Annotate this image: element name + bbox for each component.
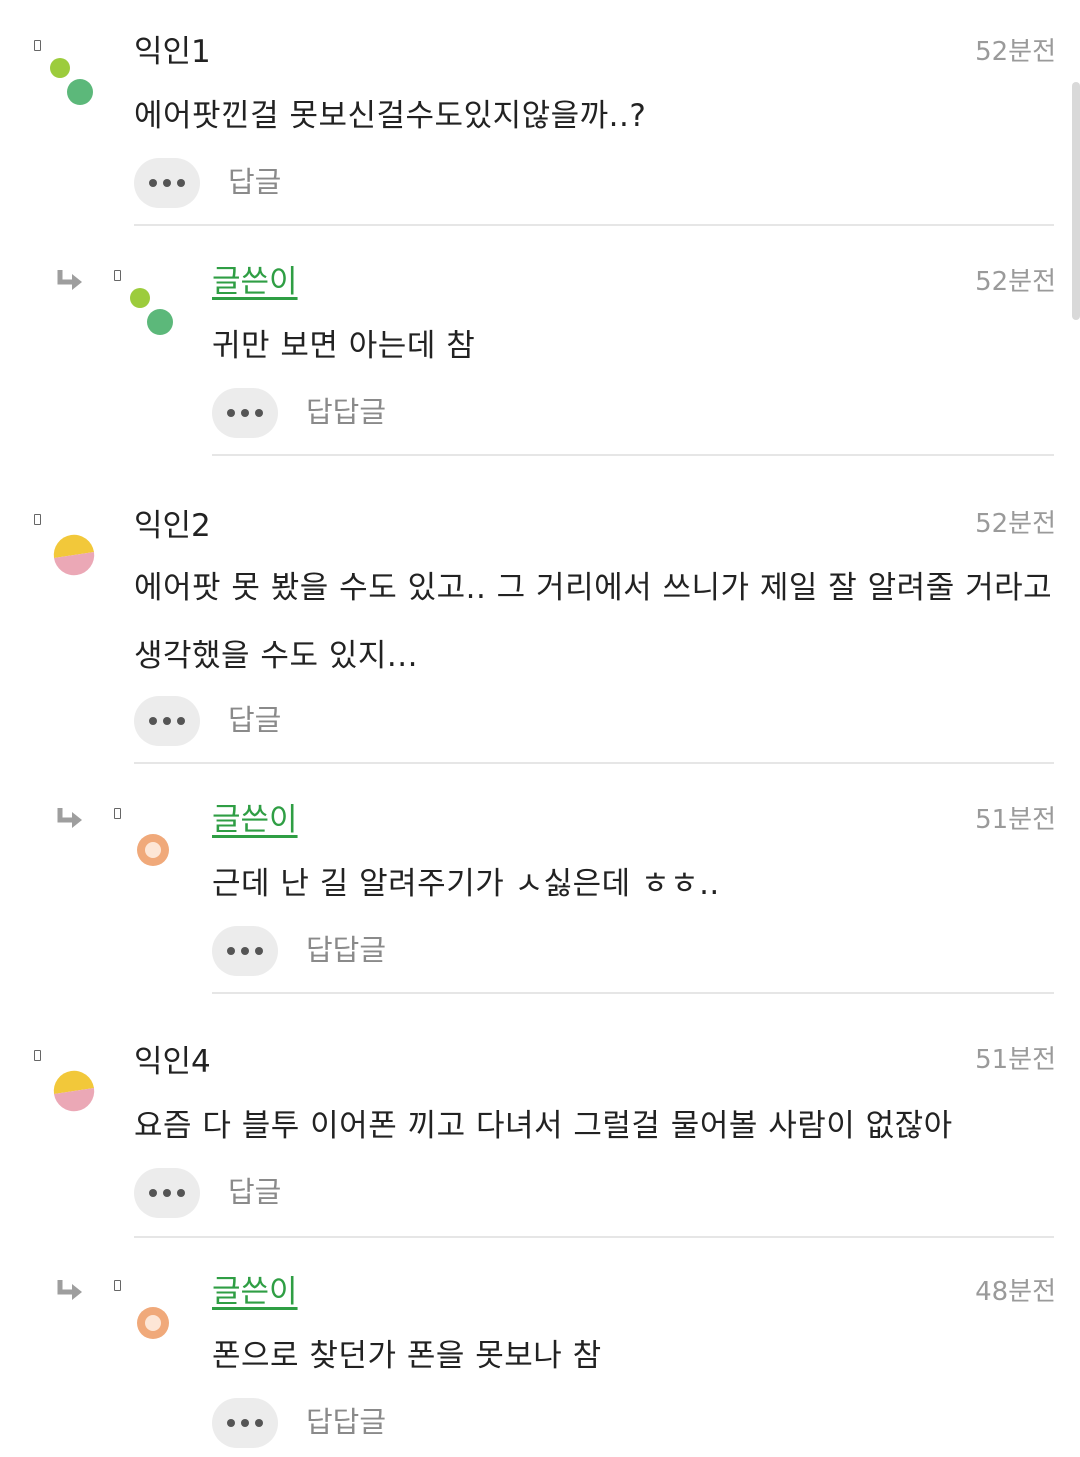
avatar-orange-ring xyxy=(137,1307,169,1339)
more-dots-icon xyxy=(149,1189,185,1197)
avatar-orange-ring xyxy=(137,834,169,866)
comment-text: 근데 난 길 알려주기가 ㅅ싫은데 ㅎㅎ.. xyxy=(212,866,720,902)
reply-button[interactable]: 답글 xyxy=(228,702,281,738)
comment-time: 52분전 xyxy=(975,267,1056,297)
comment-time: 51분전 xyxy=(975,805,1056,835)
more-options-button[interactable] xyxy=(134,696,200,746)
avatar-green-dots xyxy=(130,288,173,335)
marker-icon xyxy=(114,808,121,819)
comment-text: 폰으로 찾던가 폰을 못보나 참 xyxy=(212,1338,602,1374)
more-dots-icon xyxy=(227,409,263,417)
marker-icon xyxy=(34,514,41,525)
marker-icon xyxy=(34,40,41,51)
reply-arrow-icon xyxy=(57,808,82,828)
more-dots-icon xyxy=(227,1419,263,1427)
marker-icon xyxy=(114,1280,121,1291)
comment-text: 귀만 보면 아는데 참 xyxy=(212,328,476,364)
divider xyxy=(212,992,1054,994)
marker-icon xyxy=(34,1050,41,1061)
comment-text: 에어팟 못 봤을 수도 있고.. 그 거리에서 쓰니가 제일 잘 알려줄 거라고… xyxy=(134,570,1053,674)
divider xyxy=(134,224,1054,226)
comment-author-op[interactable]: 글쓴이 xyxy=(212,1274,298,1310)
reply-button[interactable]: 답글 xyxy=(228,1174,281,1210)
divider xyxy=(134,1236,1054,1238)
more-options-button[interactable] xyxy=(212,926,278,976)
reply-arrow-icon xyxy=(57,270,82,290)
more-dots-icon xyxy=(149,179,185,187)
more-options-button[interactable] xyxy=(212,1398,278,1448)
more-options-button[interactable] xyxy=(212,388,278,438)
divider xyxy=(134,762,1054,764)
comment-time: 52분전 xyxy=(975,509,1056,539)
comment-time: 52분전 xyxy=(975,37,1056,67)
comment-author-op[interactable]: 글쓴이 xyxy=(212,264,298,300)
reply-arrow-icon xyxy=(57,1280,82,1300)
comment-time: 48분전 xyxy=(975,1277,1056,1307)
avatar-yellow-pink xyxy=(53,534,95,576)
comment-author: 익인1 xyxy=(134,34,211,70)
avatar-yellow-pink xyxy=(53,1070,95,1112)
comment-text: 에어팟낀걸 못보신걸수도있지않을까..? xyxy=(134,98,647,134)
divider xyxy=(212,454,1054,456)
reply-button[interactable]: 답답글 xyxy=(306,1404,386,1440)
comment-author-op[interactable]: 글쓴이 xyxy=(212,802,298,838)
comment-author: 익인4 xyxy=(134,1044,211,1080)
avatar-green-dots xyxy=(50,58,93,105)
more-dots-icon xyxy=(149,717,185,725)
marker-icon xyxy=(114,270,121,281)
reply-button[interactable]: 답글 xyxy=(228,164,281,200)
comment-text: 요즘 다 블투 이어폰 끼고 다녀서 그럴걸 물어볼 사람이 없잖아 xyxy=(134,1108,953,1144)
scrollbar[interactable] xyxy=(1072,82,1080,320)
reply-button[interactable]: 답답글 xyxy=(306,394,386,430)
more-dots-icon xyxy=(227,947,263,955)
comment-time: 51분전 xyxy=(975,1045,1056,1075)
comment-author: 익인2 xyxy=(134,508,211,544)
reply-button[interactable]: 답답글 xyxy=(306,932,386,968)
more-options-button[interactable] xyxy=(134,158,200,208)
more-options-button[interactable] xyxy=(134,1168,200,1218)
